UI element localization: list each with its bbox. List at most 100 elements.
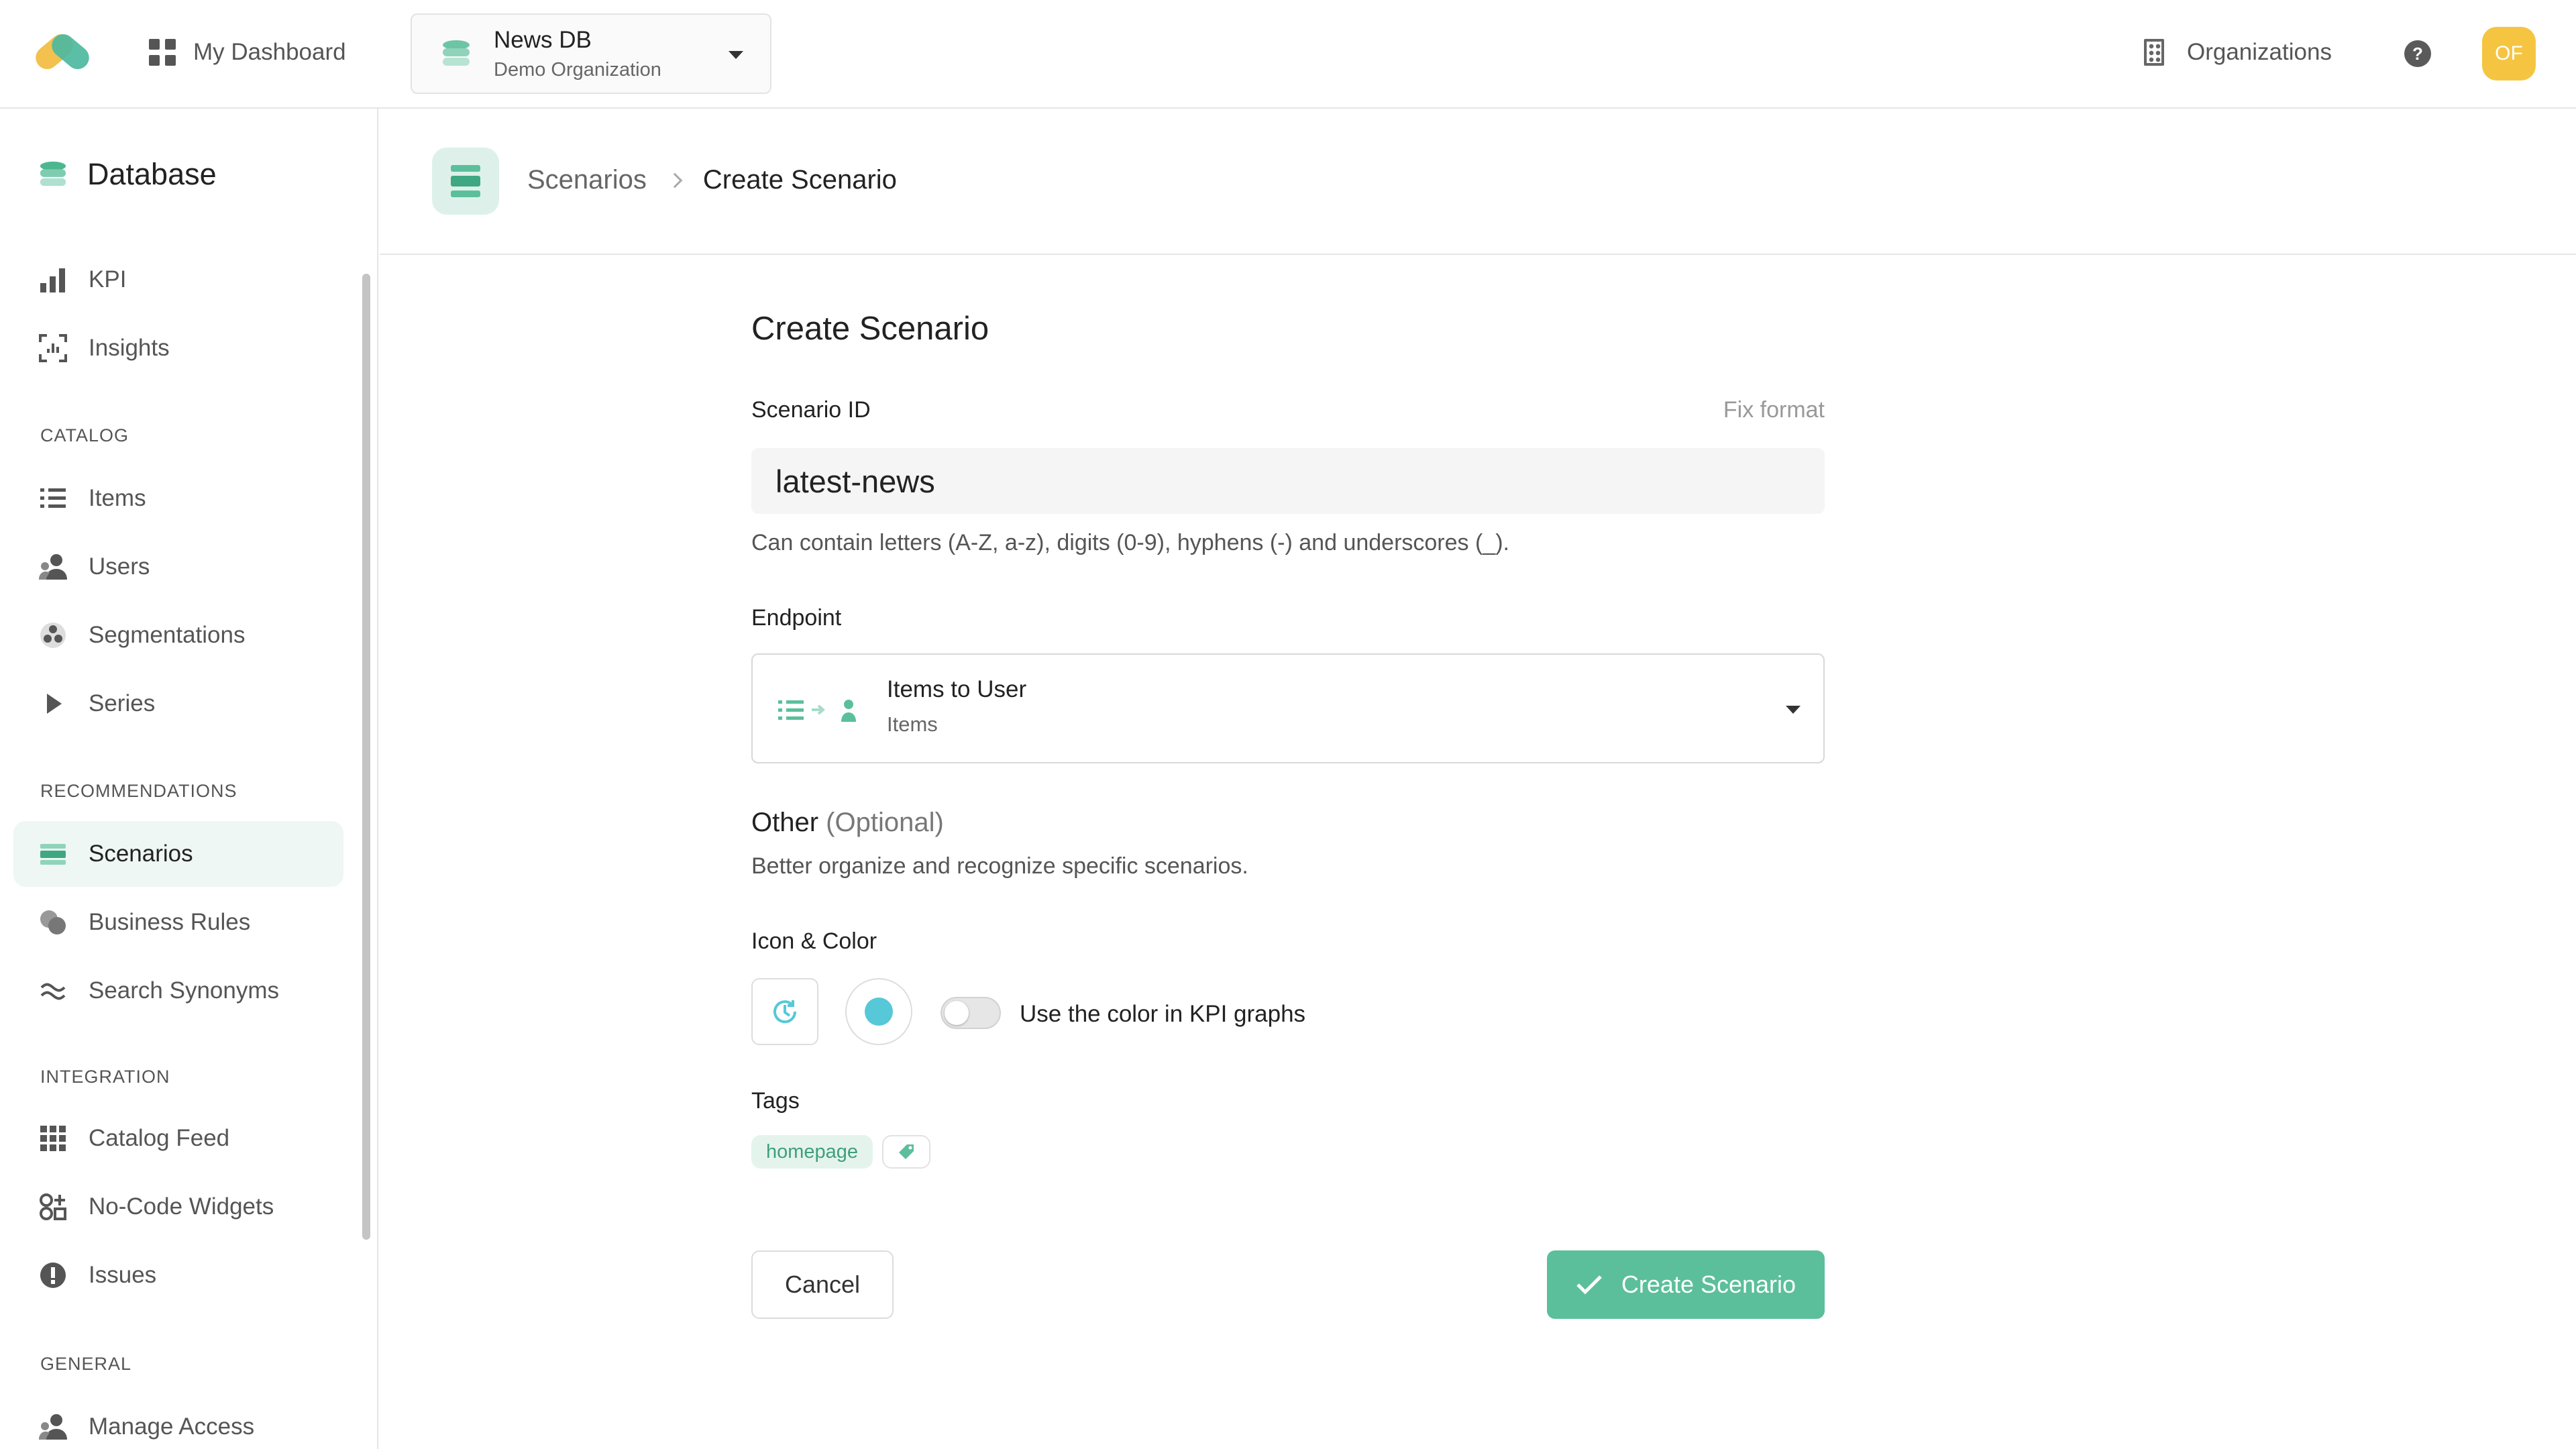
database-icon <box>443 40 470 66</box>
sidebar-item-label: KPI <box>89 266 127 292</box>
breadcrumb: Scenarios Create Scenario <box>527 165 897 195</box>
sidebar-item-label: Insights <box>89 335 170 361</box>
breadcrumb-current: Create Scenario <box>702 165 897 195</box>
users-icon <box>39 1413 67 1441</box>
sidebar-item-label: Users <box>89 553 150 580</box>
sidebar-item-business-rules[interactable]: Business Rules <box>13 890 343 955</box>
endpoint-label: Endpoint <box>751 605 842 631</box>
cancel-button[interactable]: Cancel <box>751 1250 894 1319</box>
scenarios-icon <box>432 148 499 215</box>
list-icon <box>39 484 67 513</box>
insights-icon <box>39 334 67 362</box>
form-title: Create Scenario <box>751 311 989 347</box>
caret-down-icon <box>1786 706 1801 714</box>
add-tag-button[interactable] <box>882 1135 931 1169</box>
endpoint-value: Items to User <box>887 676 1027 702</box>
organizations-link[interactable]: Organizations <box>2144 32 2332 72</box>
sidebar-item-series[interactable]: Series <box>13 671 343 737</box>
sidebar-item-no-code-widgets[interactable]: No-Code Widgets <box>13 1174 343 1240</box>
clock-history-icon <box>773 1000 797 1024</box>
approx-icon <box>39 977 67 1005</box>
sidebar-title: Database <box>39 157 217 192</box>
section-catalog: CATALOG <box>40 425 129 445</box>
database-name: News DB <box>494 26 592 53</box>
items-to-user-icon <box>778 700 856 722</box>
breadcrumb-scenarios-link[interactable]: Scenarios <box>527 165 647 195</box>
top-bar: My Dashboard News DB Demo Organization O… <box>0 0 2576 109</box>
tag-icon <box>899 1144 914 1159</box>
kpi-color-toggle[interactable] <box>941 997 1001 1029</box>
sidebar-item-users[interactable]: Users <box>13 534 343 600</box>
toggle-knob <box>945 1001 969 1025</box>
create-scenario-button[interactable]: Create Scenario <box>1547 1250 1825 1319</box>
color-picker-button[interactable] <box>845 978 912 1045</box>
icon-picker-button[interactable] <box>751 978 818 1045</box>
other-description: Better organize and recognize specific s… <box>751 853 1248 879</box>
widgets-icon <box>39 1193 67 1221</box>
sidebar-item-kpi[interactable]: KPI <box>13 247 343 313</box>
app-logo[interactable] <box>32 28 93 75</box>
sidebar-item-insights[interactable]: Insights <box>13 315 343 381</box>
help-icon[interactable]: ? <box>2404 40 2431 67</box>
icon-color-label: Icon & Color <box>751 928 877 954</box>
sidebar-item-label: Search Synonyms <box>89 977 280 1004</box>
sidebar-item-search-synonyms[interactable]: Search Synonyms <box>13 958 343 1024</box>
my-dashboard-label: My Dashboard <box>193 39 346 65</box>
breadcrumb-bar: Scenarios Create Scenario <box>380 109 2576 255</box>
tags-label: Tags <box>751 1088 800 1114</box>
other-label: Other <box>751 808 819 837</box>
scenarios-icon <box>39 840 67 868</box>
database-selector[interactable]: News DB Demo Organization <box>411 13 771 94</box>
organizations-label: Organizations <box>2187 39 2332 65</box>
dashboard-grid-icon <box>149 39 176 66</box>
sidebar-item-issues[interactable]: Issues <box>13 1242 343 1308</box>
sidebar: Database KPI Insights CATALOG Items User… <box>0 109 378 1449</box>
color-swatch <box>865 998 893 1026</box>
building-icon <box>2144 39 2164 66</box>
play-icon <box>39 690 67 718</box>
caret-down-icon <box>729 51 743 59</box>
sidebar-item-label: Scenarios <box>89 841 193 867</box>
sidebar-item-label: Series <box>89 690 156 716</box>
section-general: GENERAL <box>40 1354 132 1374</box>
database-icon <box>40 161 66 186</box>
check-icon <box>1576 1275 1602 1295</box>
sidebar-item-label: Manage Access <box>89 1413 255 1440</box>
sidebar-item-label: Items <box>89 485 146 511</box>
users-icon <box>39 553 67 581</box>
other-heading: Other (Optional) <box>751 808 944 838</box>
user-avatar[interactable]: OF <box>2482 27 2536 80</box>
scenario-id-input[interactable] <box>751 448 1825 514</box>
scenario-id-hint: Can contain letters (A-Z, a-z), digits (… <box>751 530 1509 555</box>
organization-name: Demo Organization <box>494 58 661 80</box>
sidebar-item-label: No-Code Widgets <box>89 1193 274 1220</box>
sidebar-item-label: Issues <box>89 1262 157 1288</box>
optional-label: (Optional) <box>826 808 944 837</box>
section-recommendations: RECOMMENDATIONS <box>40 781 237 801</box>
fix-format-link[interactable]: Fix format <box>1723 397 1825 423</box>
sidebar-item-catalog-feed[interactable]: Catalog Feed <box>13 1106 343 1171</box>
scenario-id-label: Scenario ID <box>751 397 871 423</box>
sidebar-item-segmentations[interactable]: Segmentations <box>13 602 343 668</box>
sidebar-item-scenarios[interactable]: Scenarios <box>13 821 343 887</box>
create-scenario-label: Create Scenario <box>1621 1271 1796 1298</box>
kpi-color-toggle-label: Use the color in KPI graphs <box>1020 1001 1306 1027</box>
sidebar-item-manage-access[interactable]: Manage Access <box>13 1394 343 1449</box>
sidebar-scrollbar[interactable] <box>362 274 370 1240</box>
business-rules-icon <box>39 908 67 936</box>
endpoint-subtitle: Items <box>887 712 938 736</box>
endpoint-select[interactable]: Items to User Items <box>751 653 1825 763</box>
chevron-right-icon <box>667 172 683 188</box>
tag-chip[interactable]: homepage <box>751 1135 873 1169</box>
sidebar-item-items[interactable]: Items <box>13 466 343 531</box>
sidebar-title-label: Database <box>87 157 217 191</box>
sidebar-item-label: Catalog Feed <box>89 1125 230 1151</box>
sidebar-item-label: Business Rules <box>89 909 251 935</box>
bar-chart-icon <box>39 266 67 294</box>
section-integration: INTEGRATION <box>40 1067 170 1087</box>
alert-icon <box>39 1261 67 1289</box>
segmentation-icon <box>39 621 67 649</box>
sidebar-item-label: Segmentations <box>89 622 246 648</box>
my-dashboard-link[interactable]: My Dashboard <box>149 34 346 71</box>
tags-list: homepage <box>751 1135 931 1169</box>
